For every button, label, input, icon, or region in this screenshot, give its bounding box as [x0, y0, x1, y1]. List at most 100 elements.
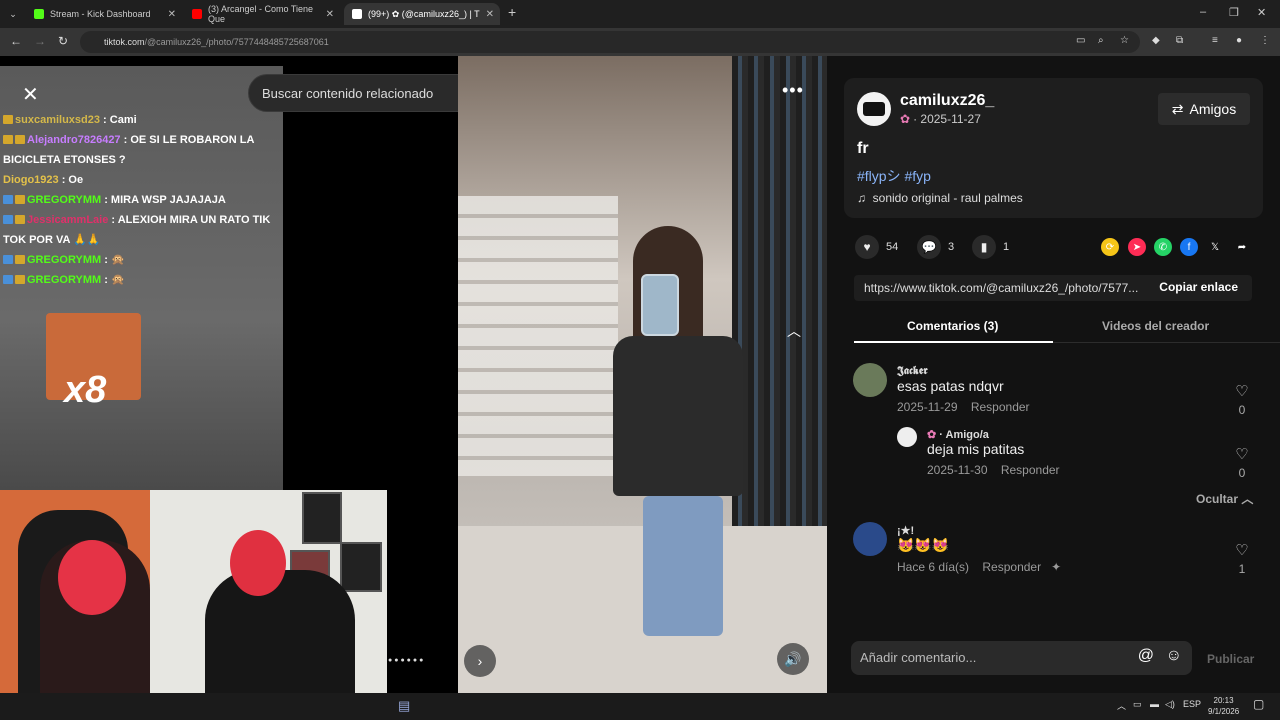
chevron-up-icon[interactable]: ︿	[778, 315, 810, 347]
share-icon[interactable]: ➦	[1233, 238, 1251, 256]
comment-like-icon[interactable]: ♡	[1232, 541, 1252, 559]
close-tab-icon[interactable]: ✕	[486, 9, 494, 20]
queue-icon[interactable]: ≡	[1212, 35, 1218, 46]
guest-head	[230, 530, 286, 596]
tab-youtube[interactable]: (3) Arcangel - Como Tiene Que ✕	[184, 3, 340, 25]
chat-user: suxcamiluxsd23	[15, 114, 100, 126]
copy-link-button[interactable]: Copiar enlace	[1159, 280, 1238, 294]
whatsapp-icon[interactable]: ✆	[1154, 238, 1172, 256]
chat-text: :	[101, 254, 108, 266]
comment-tabs: Comentarios (3) Videos del creador	[854, 314, 1280, 343]
sound-name: sonido original - raul palmes	[872, 191, 1023, 205]
search-placeholder: Buscar contenido relacionado	[262, 85, 434, 101]
comment-author[interactable]: 𝕵𝖆𝖈𝖐𝖊𝖗	[897, 365, 1030, 378]
minimize-icon[interactable]: –	[1200, 6, 1206, 18]
subject-jeans	[643, 496, 723, 636]
chat-text: : Oe	[58, 174, 84, 186]
save-button[interactable]: ▮ 1	[972, 235, 1009, 259]
post-date: · 2025-11-27	[913, 112, 981, 126]
next-photo-icon[interactable]: ›	[464, 645, 496, 677]
new-tab-button[interactable]: +	[508, 4, 516, 20]
repost-icon[interactable]: ⟳	[1101, 238, 1119, 256]
battery-icon[interactable]: ▬	[1150, 699, 1159, 709]
notifications-icon[interactable]: ▢	[1253, 697, 1264, 711]
x-icon[interactable]: 𝕏	[1206, 238, 1224, 256]
comment-text: deja mis patitas	[927, 441, 1025, 457]
menu-icon[interactable]: ⋮	[1260, 35, 1270, 46]
comment-author[interactable]: · Amigo/a	[939, 429, 989, 441]
app-icon[interactable]: ▤	[398, 698, 410, 714]
restore-icon[interactable]: ❐	[1229, 6, 1239, 19]
close-window-icon[interactable]: ✕	[1257, 6, 1266, 19]
zoom-icon[interactable]: ⌕	[1098, 35, 1104, 46]
tab-tiktok[interactable]: (99+) ✿ (@camiluxz26_) | T ✕	[344, 3, 500, 25]
profile-icon[interactable]: ●	[1236, 35, 1242, 46]
facebook-icon[interactable]: f	[1180, 238, 1198, 256]
tab-kick-dashboard[interactable]: Stream - Kick Dashboard ✕	[26, 3, 182, 25]
close-viewer-icon[interactable]: ✕	[22, 82, 39, 107]
tab-comments[interactable]: Comentarios (3)	[907, 319, 998, 333]
url-field[interactable]: tiktok.com/@camiluxz26_/photo/7577448485…	[80, 31, 1140, 53]
puzzle-icon[interactable]: ⧉	[1176, 35, 1183, 46]
reply-button[interactable]: Responder	[1001, 463, 1060, 477]
volume-icon[interactable]: 🔊	[777, 643, 809, 675]
avatar[interactable]	[853, 363, 887, 397]
chat-message: GREGORYMM : MIRA WSP JAJAJAJA	[3, 190, 283, 210]
clock[interactable]: 20:13 9/1/2026	[1208, 695, 1239, 717]
back-icon[interactable]: ←	[10, 34, 22, 48]
sub-badge-icon	[15, 275, 25, 284]
chat-message: Alejandro7826427 : OE SI LE ROBARON LA B…	[3, 130, 283, 170]
store-shelf	[732, 56, 827, 536]
comment-author[interactable]: ¡★!	[897, 524, 1061, 537]
emoji-icon[interactable]: ☺	[1166, 647, 1182, 665]
avatar[interactable]	[857, 92, 891, 126]
comment-like-icon[interactable]: ♡	[1232, 382, 1252, 400]
clock-time: 20:13	[1213, 696, 1234, 705]
close-tab-icon[interactable]: ✕	[326, 9, 334, 20]
chat-user: GREGORYMM	[27, 274, 102, 286]
comment-input[interactable]: Añadir comentario... @ ☺	[851, 641, 1192, 675]
friends-button[interactable]: ⇄ Amigos	[1158, 93, 1250, 125]
comment-button[interactable]: 💬 3	[917, 235, 954, 259]
close-tab-icon[interactable]: ✕	[168, 9, 176, 20]
post-comment-button[interactable]: Publicar	[1207, 652, 1254, 666]
network-icon[interactable]: ▭	[1133, 699, 1142, 710]
comment-date: Hace 6 día(s)	[897, 560, 970, 574]
post-info-card: camiluxz26_ ✿ · 2025-11-27 ⇄ Amigos fr #fl…	[844, 78, 1263, 218]
tab-creator-videos[interactable]: Videos del creador	[1102, 319, 1209, 333]
cast-icon[interactable]: ▭	[1076, 35, 1085, 46]
reload-icon[interactable]: ↻	[58, 34, 68, 48]
hide-replies-button[interactable]: Ocultar ︿	[1196, 490, 1253, 507]
forward-icon[interactable]: →	[34, 34, 46, 48]
chevron-up-icon: ︿	[1241, 492, 1254, 506]
save-count: 1	[1003, 241, 1010, 253]
post-hashtags[interactable]: #flypシ #fyp	[857, 166, 931, 186]
language-indicator[interactable]: ESP	[1183, 699, 1201, 709]
extension-icon[interactable]: ◆	[1152, 35, 1160, 46]
mod-badge-icon	[3, 275, 13, 284]
bookmark-star-icon[interactable]: ☆	[1120, 35, 1129, 46]
author-name[interactable]: camiluxz26_	[900, 92, 994, 110]
reply-button[interactable]: Responder	[982, 560, 1041, 574]
comment-like-count: 0	[1238, 403, 1246, 417]
subject-shirt	[613, 336, 743, 496]
sound-link[interactable]: ♫ sonido original - raul palmes	[857, 191, 1023, 205]
speaker-icon[interactable]: ◁)	[1165, 699, 1175, 710]
tab-search-icon[interactable]: ⌄	[4, 3, 22, 25]
mention-icon[interactable]: @	[1138, 647, 1154, 665]
sub-badge-icon	[3, 115, 13, 124]
comment-like-icon[interactable]: ♡	[1232, 445, 1252, 463]
post-description: fr	[857, 140, 869, 157]
send-icon[interactable]: ➤	[1128, 238, 1146, 256]
tab-title: Stream - Kick Dashboard	[50, 9, 151, 19]
sub-badge-icon	[3, 135, 13, 144]
avatar[interactable]	[853, 522, 887, 556]
post-link[interactable]: https://www.tiktok.com/@camiluxz26_/phot…	[864, 281, 1144, 295]
carousel-dots[interactable]: ●●●●●●	[388, 657, 425, 664]
tray-chevron-icon[interactable]: ︿	[1117, 699, 1126, 712]
reply-button[interactable]: Responder	[971, 400, 1030, 414]
more-options-icon[interactable]: •••	[782, 80, 804, 101]
avatar[interactable]	[897, 427, 917, 447]
url-path: /@camiluxz26_/photo/7577448485725687061	[144, 37, 329, 47]
like-button[interactable]: ♥ 54	[855, 235, 898, 259]
